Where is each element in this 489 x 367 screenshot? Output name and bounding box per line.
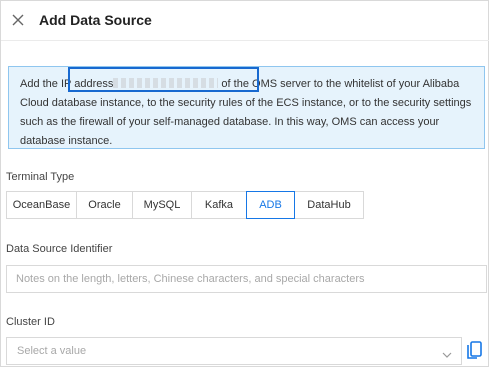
terminal-option-oceanbase[interactable]: OceanBase [6, 191, 77, 219]
terminal-option-mysql[interactable]: MySQL [132, 191, 192, 219]
cluster-id-select[interactable]: Select a value [6, 337, 462, 365]
terminal-option-kafka[interactable]: Kafka [191, 191, 247, 219]
terminal-option-adb[interactable]: ADB [246, 191, 295, 219]
terminal-option-oracle[interactable]: Oracle [76, 191, 133, 219]
whitelist-notice: Add the IP address of the OMS server to … [8, 66, 485, 149]
close-icon[interactable] [10, 12, 26, 28]
cluster-id-placeholder: Select a value [17, 345, 87, 357]
terminal-option-datahub[interactable]: DataHub [294, 191, 364, 219]
terminal-type-label: Terminal Type [6, 171, 75, 183]
chevron-down-icon [442, 347, 452, 365]
notice-text: Add the IP address of the OMS server to … [20, 75, 478, 151]
masked-ip-address [113, 78, 219, 88]
dialog-header: Add Data Source [1, 1, 489, 41]
data-source-identifier-label: Data Source Identifier [6, 243, 113, 255]
data-source-identifier-input[interactable] [6, 265, 487, 293]
terminal-type-selector: OceanBase Oracle MySQL Kafka ADB DataHub [6, 191, 364, 219]
notice-text-start: Add the IP address [20, 78, 114, 90]
copy-icon[interactable] [465, 339, 485, 361]
cluster-id-label: Cluster ID [6, 316, 55, 328]
dialog: Add Data Source Add the IP address of th… [0, 0, 489, 367]
dialog-title: Add Data Source [39, 12, 152, 28]
